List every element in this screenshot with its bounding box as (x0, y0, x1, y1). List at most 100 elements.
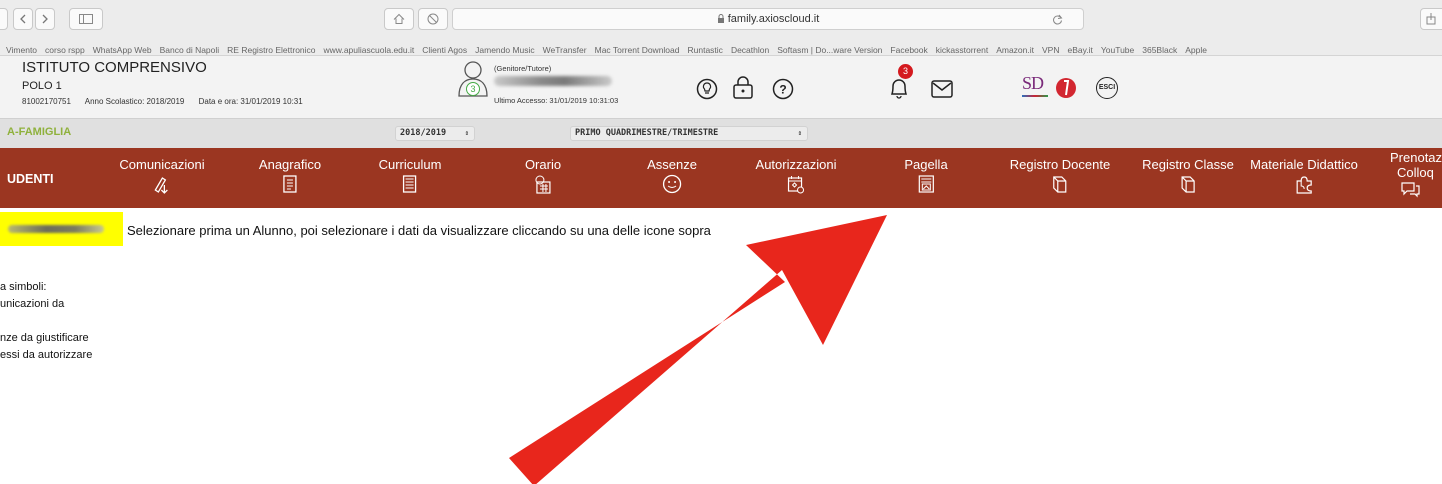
page-root: family.axioscloud.it Vimento corso rspp Wh… (0, 0, 1442, 484)
bookmark-item[interactable]: Decathlon (731, 41, 769, 55)
bookmark-item[interactable]: Banco di Napoli (160, 41, 220, 55)
nav-item-label: Registro Classe (1142, 157, 1234, 172)
legend-line: nze da giustificare (0, 332, 89, 344)
back-icon (20, 14, 26, 24)
reload-icon[interactable] (1052, 14, 1063, 25)
last-access: Ultimo Accesso: 31/01/2019 10:31:03 (494, 96, 619, 105)
nav-item-label: Curriculum (378, 157, 442, 172)
nav-item-pagella[interactable]: Pagella (904, 157, 948, 194)
bookmark-item[interactable]: Vimento (6, 41, 37, 55)
period-select[interactable]: PRIMO QUADRIMESTRE/TRIMESTRE ⇕ (570, 126, 808, 141)
padlock-icon[interactable] (732, 76, 754, 100)
nav-item-registro-docente[interactable]: Registro Docente (1010, 157, 1110, 194)
calendar-check-icon (788, 176, 805, 194)
share-button[interactable] (1420, 8, 1442, 30)
nav-item-registro-classe[interactable]: Registro Classe (1142, 157, 1234, 194)
bookmark-item[interactable]: WeTransfer (543, 41, 587, 55)
bookmark-item[interactable]: Amazon.it (996, 41, 1034, 55)
main-nav: UDENTI Comunicazioni Anagrafico Curriculum… (0, 148, 1442, 208)
school-name: ISTITUTO COMPRENSIVO (22, 59, 207, 76)
bookmark-item[interactable]: WhatsApp Web (93, 41, 152, 55)
nav-item-anagrafico[interactable]: Anagrafico (259, 157, 321, 194)
bookmark-item[interactable]: Facebook (890, 41, 927, 55)
bookmark-item[interactable]: 365Black (1142, 41, 1177, 55)
legend-line (0, 313, 92, 330)
notes-icon (154, 177, 168, 194)
share-icon (1426, 13, 1436, 25)
bookmark-item[interactable]: Jamendo Music (475, 41, 535, 55)
student-name-redacted (8, 225, 104, 233)
bookmark-item[interactable]: Clienti Agos (422, 41, 467, 55)
legend-line: essi da autorizzare (0, 349, 93, 361)
bookmark-item[interactable]: Runtastic (688, 41, 723, 55)
nav-studenti[interactable]: UDENTI (7, 172, 54, 186)
book-icon (1053, 176, 1067, 193)
school-polo: POLO 1 (22, 80, 62, 92)
smiley-icon (662, 174, 682, 194)
help-icon[interactable]: ? (772, 78, 794, 100)
user-name-redacted (494, 76, 612, 86)
back-button[interactable] (13, 8, 33, 30)
block-icon (427, 13, 439, 25)
url-text: family.axioscloud.it (453, 13, 1083, 25)
bookmark-item[interactable]: eBay.it (1067, 41, 1092, 55)
nav-item-label: Comunicazioni (119, 157, 205, 172)
book-icon (1181, 176, 1195, 193)
image-doc-icon (918, 175, 934, 193)
nav-item-label: Prenotaz (1390, 150, 1442, 165)
nav-item-orario[interactable]: Orario (525, 157, 561, 194)
browser-toolbar: family.axioscloud.it (0, 0, 1442, 38)
nav-item-assenze[interactable]: Assenze (647, 157, 697, 194)
lightbulb-icon[interactable] (696, 78, 718, 100)
puzzle-icon (1296, 176, 1312, 194)
mail-icon[interactable] (931, 80, 953, 98)
nav-item-label: Assenze (647, 157, 697, 172)
school-code: 81002170751 (22, 97, 71, 106)
sidebar-icon (79, 14, 93, 24)
year-select[interactable]: 2018/2019 ⇕ (395, 126, 475, 141)
home-button[interactable] (384, 8, 414, 30)
url-label: family.axioscloud.it (727, 13, 820, 25)
legend: a simboli: unicazioni da nze da giustifica… (0, 279, 92, 364)
bell-icon[interactable] (888, 76, 910, 100)
nav-item-comunicazioni[interactable]: Comunicazioni (119, 157, 205, 194)
nav-item-label: Materiale Didattico (1250, 157, 1358, 172)
select-arrows-icon: ⇕ (797, 129, 802, 137)
home-icon (393, 13, 405, 24)
forward-icon (42, 14, 48, 24)
year-select-value: 2018/2019 (400, 128, 447, 138)
bookmark-item[interactable]: VPN (1042, 41, 1059, 55)
sidebar-button[interactable] (69, 8, 103, 30)
window-edge-button[interactable] (0, 8, 8, 30)
logout-button[interactable]: ESCI (1096, 77, 1118, 99)
app-logo-icon (1056, 78, 1076, 98)
bookmark-item[interactable]: kickasstorrent (936, 41, 988, 55)
svg-text:?: ? (779, 83, 786, 97)
nav-item-autorizzazioni[interactable]: Autorizzazioni (755, 157, 837, 194)
nav-item-prenotazione-colloqui[interactable]: Prenotaz Colloq (1390, 150, 1442, 201)
list-icon (403, 175, 417, 193)
nav-item-curriculum[interactable]: Curriculum (378, 157, 442, 194)
nav-item-label: Colloq (1397, 165, 1434, 180)
document-icon (283, 175, 297, 193)
lock-icon (717, 14, 724, 23)
school-year: Anno Scolastico: 2018/2019 (84, 97, 185, 106)
notification-count-badge: 3 (898, 64, 913, 79)
bookmark-item[interactable]: Softasm | Do...ware Version (777, 41, 882, 55)
bookmark-item[interactable]: YouTube (1101, 41, 1134, 55)
block-button[interactable] (418, 8, 448, 30)
bookmark-item[interactable]: Mac Torrent Download (595, 41, 680, 55)
nav-item-materiale-didattico[interactable]: Materiale Didattico (1250, 157, 1358, 194)
student-name-highlight[interactable] (0, 212, 123, 246)
school-meta: 81002170751 Anno Scolastico: 2018/2019 D… (22, 97, 315, 106)
bookmark-item[interactable]: www.apuliascuola.edu.it (324, 41, 415, 55)
bookmark-item[interactable]: Apple (1185, 41, 1207, 55)
forward-button[interactable] (35, 8, 55, 30)
bookmarks-bar: Vimento corso rspp WhatsApp Web Banco di Na… (0, 38, 1442, 56)
nav-item-label: Autorizzazioni (755, 157, 837, 172)
instruction-text: Selezionare prima un Alunno, poi selezio… (127, 223, 711, 238)
user-role: (Genitore/Tutore) (494, 64, 552, 73)
bookmark-item[interactable]: corso rspp (45, 41, 85, 55)
address-bar[interactable]: family.axioscloud.it (452, 8, 1084, 30)
bookmark-item[interactable]: RE Registro Elettronico (227, 41, 315, 55)
